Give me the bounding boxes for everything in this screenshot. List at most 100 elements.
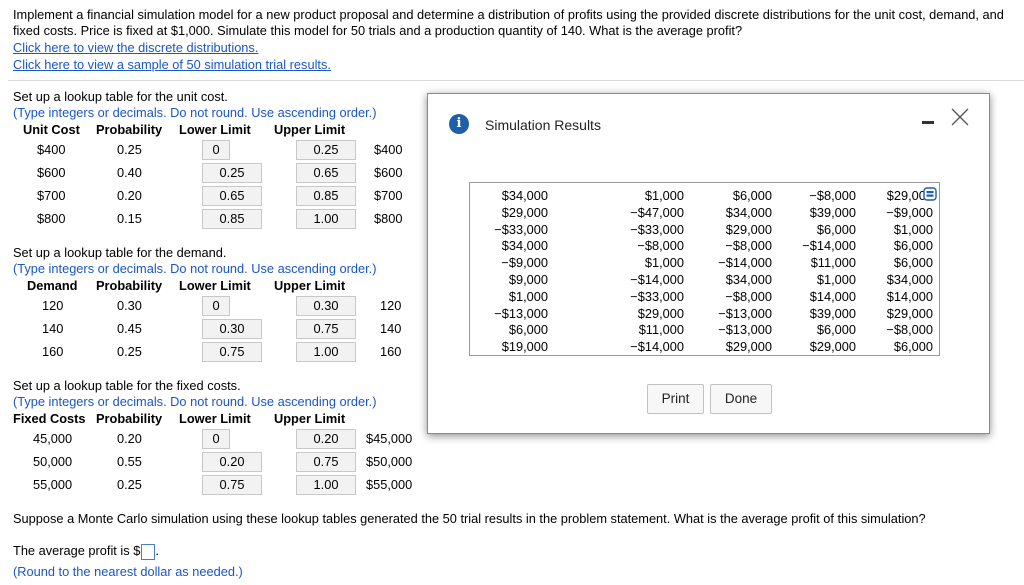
result-value: −$8,000: [725, 288, 772, 304]
fixed-cost-prob: 0.55: [117, 454, 142, 469]
results-column: $29,000 −$9,000 $1,000 $6,000 $6,000 $34,000 $…: [858, 188, 933, 356]
fixed-cost-lower-input[interactable]: 0.75: [202, 475, 262, 495]
result-value: $6,000: [893, 255, 933, 271]
demand-value: 140: [42, 321, 64, 336]
results-column: $34,000 $29,000 −$33,000 $34,000 −$9,000 $9,0…: [470, 188, 548, 356]
dialog-title: Simulation Results: [485, 117, 601, 133]
fixed-cost-value: 50,000: [33, 454, 73, 469]
unit-cost-upper-input[interactable]: 0.25: [296, 140, 356, 160]
lower-limit-header: Lower Limit: [179, 411, 251, 426]
result-value: $6,000: [816, 221, 856, 237]
result-value: −$13,000: [718, 322, 772, 338]
divider: [8, 80, 1024, 81]
result-value: $6,000: [816, 322, 856, 338]
result-value: −$8,000: [809, 188, 856, 203]
demand-hint: (Type integers or decimals. Do not round…: [13, 261, 377, 276]
result-value: $1,000: [644, 255, 684, 271]
unit-cost-value: $400: [37, 142, 66, 157]
result-value: −$33,000: [494, 221, 548, 237]
done-button[interactable]: Done: [710, 384, 772, 414]
upper-limit-header: Upper Limit: [274, 411, 346, 426]
unit-cost-lower-input[interactable]: 0.65: [202, 186, 262, 206]
upper-limit-header: Upper Limit: [274, 278, 346, 293]
demand-prob: 0.45: [117, 321, 142, 336]
demand-result: 140: [380, 321, 402, 336]
result-value: $19,000: [501, 339, 548, 355]
fixed-cost-upper-input[interactable]: 0.20: [296, 429, 356, 449]
view-trial-results-link[interactable]: Click here to view a sample of 50 simula…: [13, 57, 331, 72]
fixed-cost-lower-input[interactable]: 0.20: [202, 452, 262, 472]
simulation-results-table: $34,000 $29,000 −$33,000 $34,000 −$9,000 $9,0…: [469, 182, 940, 356]
view-distributions-link[interactable]: Click here to view the discrete distribu…: [13, 40, 258, 55]
result-value: $29,000: [725, 221, 772, 237]
results-column: $6,000 $34,000 $29,000 −$8,000 −$14,000 $34,0…: [692, 188, 772, 356]
results-column: −$8,000 $39,000 $6,000 −$14,000 $11,000 $1,00…: [776, 188, 856, 356]
lower-limit-header: Lower Limit: [179, 122, 251, 137]
print-button[interactable]: Print: [647, 384, 704, 414]
demand-upper-input[interactable]: 0.75: [296, 319, 356, 339]
result-value: $6,000: [893, 339, 933, 355]
probability-header: Probability: [96, 122, 163, 137]
fixed-cost-result: $50,000: [366, 454, 413, 469]
result-value: −$8,000: [725, 238, 772, 254]
unit-cost-value: $700: [37, 188, 66, 203]
unit-cost-result: $600: [374, 165, 403, 180]
demand-prob: 0.25: [117, 344, 142, 359]
upper-limit-header: Upper Limit: [274, 122, 346, 137]
unit-cost-upper-input[interactable]: 0.65: [296, 163, 356, 183]
demand-result: 160: [380, 344, 402, 359]
fixed-cost-value: 45,000: [33, 431, 73, 446]
result-value: −$9,000: [501, 255, 548, 271]
simulation-results-dialog: i Simulation Results $34,000 $29,000 −$33,…: [427, 93, 990, 434]
result-value: $14,000: [809, 288, 856, 304]
demand-lower-input[interactable]: 0: [202, 296, 230, 316]
unit-cost-hint: (Type integers or decimals. Do not round…: [13, 105, 377, 120]
unit-cost-prob: 0.25: [117, 142, 142, 157]
fixed-costs-hint: (Type integers or decimals. Do not round…: [13, 394, 377, 409]
demand-header: Demand: [27, 278, 78, 293]
demand-value: 120: [42, 298, 64, 313]
unit-cost-prob: 0.20: [117, 188, 142, 203]
average-profit-input[interactable]: [141, 543, 156, 560]
minimize-icon[interactable]: [922, 121, 934, 124]
result-value: $11,000: [638, 322, 684, 338]
demand-lower-input[interactable]: 0.75: [202, 342, 262, 362]
answer-note: (Round to the nearest dollar as needed.): [13, 564, 243, 579]
unit-cost-value: $600: [37, 165, 66, 180]
result-value: $29,000: [886, 188, 933, 203]
demand-upper-input[interactable]: 0.30: [296, 296, 356, 316]
fixed-costs-title: Set up a lookup table for the fixed cost…: [13, 378, 241, 393]
unit-cost-result: $800: [374, 211, 403, 226]
fixed-cost-prob: 0.25: [117, 477, 142, 492]
demand-upper-input[interactable]: 1.00: [296, 342, 356, 362]
result-value: $1,000: [644, 188, 684, 203]
answer-suffix: .: [155, 543, 159, 558]
result-value: $34,000: [501, 188, 548, 203]
result-value: −$33,000: [630, 221, 684, 237]
unit-cost-result: $700: [374, 188, 403, 203]
fixed-cost-upper-input[interactable]: 1.00: [296, 475, 356, 495]
result-value: $9,000: [508, 271, 548, 287]
close-icon[interactable]: [949, 106, 971, 128]
lower-limit-header: Lower Limit: [179, 278, 251, 293]
result-value: −$33,000: [630, 288, 684, 304]
unit-cost-upper-input[interactable]: 1.00: [296, 209, 356, 229]
fixed-cost-lower-input[interactable]: 0: [202, 429, 230, 449]
fixed-cost-result: $55,000: [366, 477, 413, 492]
result-value: $29,000: [637, 305, 684, 321]
results-column: $1,000 −$47,000 −$33,000 −$8,000 $1,000 −$14,…: [558, 188, 684, 356]
unit-cost-upper-input[interactable]: 0.85: [296, 186, 356, 206]
fixed-cost-upper-input[interactable]: 0.75: [296, 452, 356, 472]
result-value: $39,000: [809, 204, 856, 220]
demand-title: Set up a lookup table for the demand.: [13, 245, 227, 260]
unit-cost-lower-input[interactable]: 0.85: [202, 209, 262, 229]
answer-line: The average profit is $.: [13, 543, 159, 560]
question-text: Suppose a Monte Carlo simulation using t…: [13, 511, 926, 526]
probability-header: Probability: [96, 278, 163, 293]
copy-icon[interactable]: [923, 187, 937, 201]
demand-prob: 0.30: [117, 298, 142, 313]
unit-cost-lower-input[interactable]: 0.25: [202, 163, 262, 183]
unit-cost-lower-input[interactable]: 0: [202, 140, 230, 160]
demand-lower-input[interactable]: 0.30: [202, 319, 262, 339]
result-value: −$14,000: [630, 271, 684, 287]
